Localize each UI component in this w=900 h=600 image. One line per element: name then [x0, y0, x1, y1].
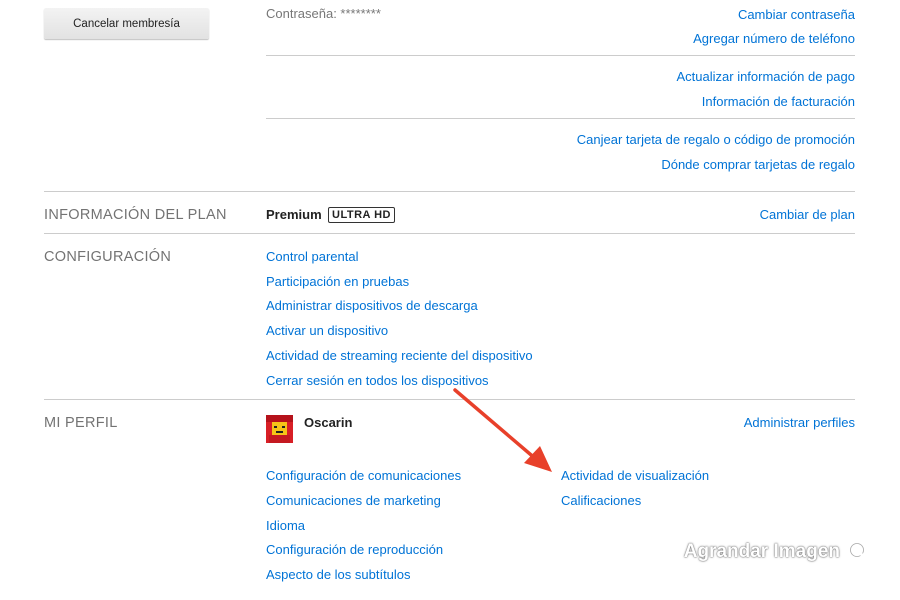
add-phone-link[interactable]: Agregar número de teléfono	[693, 31, 855, 46]
subtitle-appearance-link[interactable]: Aspecto de los subtítulos	[266, 567, 411, 582]
activate-device-link[interactable]: Activar un dispositivo	[266, 323, 388, 338]
where-buy-gift-cards-link[interactable]: Dónde comprar tarjetas de regalo	[661, 157, 855, 172]
plan-name: Premium	[266, 207, 322, 222]
profile-name: Oscarin	[304, 415, 353, 430]
sign-out-all-devices-link[interactable]: Cerrar sesión en todos los dispositivos	[266, 373, 489, 388]
update-payment-link[interactable]: Actualizar información de pago	[677, 69, 856, 84]
enlarge-image-watermark[interactable]: Agrandar Imagen	[684, 541, 870, 563]
billing-info-link[interactable]: Información de facturación	[702, 94, 855, 109]
parental-control-link[interactable]: Control parental	[266, 249, 359, 264]
plan-section-title: INFORMACIÓN DEL PLAN	[44, 207, 227, 223]
test-participation-link[interactable]: Participación en pruebas	[266, 274, 409, 289]
password-label: Contraseña: ********	[266, 6, 381, 21]
watermark-label: Agrandar Imagen	[683, 541, 840, 562]
communication-settings-link[interactable]: Configuración de comunicaciones	[266, 468, 461, 483]
avatar[interactable]	[266, 415, 293, 443]
ultra-hd-badge: ULTRA HD	[328, 207, 395, 223]
manage-download-devices-link[interactable]: Administrar dispositivos de descarga	[266, 298, 478, 313]
cancel-membership-button[interactable]: Cancelar membresía	[44, 8, 209, 39]
ratings-link[interactable]: Calificaciones	[561, 493, 641, 508]
marketing-communications-link[interactable]: Comunicaciones de marketing	[266, 493, 441, 508]
profile-section-title: MI PERFIL	[44, 415, 118, 431]
section-divider	[44, 233, 855, 234]
change-password-link[interactable]: Cambiar contraseña	[738, 7, 855, 22]
recent-streaming-activity-link[interactable]: Actividad de streaming reciente del disp…	[266, 348, 533, 363]
divider	[266, 118, 855, 119]
viewing-activity-link[interactable]: Actividad de visualización	[561, 468, 709, 483]
playback-settings-link[interactable]: Configuración de reproducción	[266, 542, 443, 557]
magnifier-icon	[849, 542, 870, 563]
section-divider	[44, 191, 855, 192]
manage-profiles-link[interactable]: Administrar perfiles	[744, 415, 855, 430]
redeem-gift-card-link[interactable]: Canjear tarjeta de regalo o código de pr…	[577, 132, 855, 147]
divider	[266, 55, 855, 56]
change-plan-link[interactable]: Cambiar de plan	[760, 207, 855, 222]
language-link[interactable]: Idioma	[266, 518, 305, 533]
settings-section-title: CONFIGURACIÓN	[44, 249, 172, 265]
section-divider	[44, 399, 855, 400]
